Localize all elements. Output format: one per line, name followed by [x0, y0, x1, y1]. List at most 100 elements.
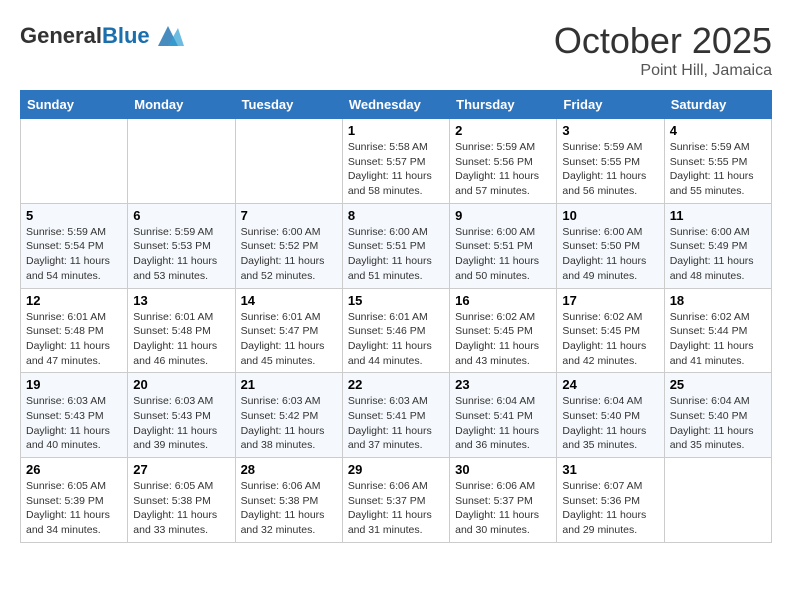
calendar-cell: 18 Sunrise: 6:02 AMSunset: 5:44 PMDayligh… [664, 288, 771, 373]
day-info: Sunrise: 6:06 AMSunset: 5:37 PMDaylight:… [348, 479, 444, 538]
calendar-cell: 31Sunrise: 6:07 AMSunset: 5:36 PMDayligh… [557, 458, 664, 543]
calendar-cell: 10Sunrise: 6:00 AMSunset: 5:50 PMDayligh… [557, 203, 664, 288]
day-info: Sunrise: 6:01 AMSunset: 5:48 PMDaylight:… [26, 310, 122, 369]
day-number: 16 [455, 293, 551, 308]
day-number: 13 [133, 293, 229, 308]
day-number: 26 [26, 462, 122, 477]
calendar-cell: 22 Sunrise: 6:03 AMSunset: 5:41 PMDayligh… [342, 373, 449, 458]
logo-general: General [20, 23, 102, 48]
day-number: 2 [455, 123, 551, 138]
day-info: Sunrise: 6:01 AMSunset: 5:47 PMDaylight:… [241, 310, 337, 369]
calendar-cell: 15 Sunrise: 6:01 AMSunset: 5:46 PMDayligh… [342, 288, 449, 373]
day-info: Sunrise: 6:02 AMSunset: 5:45 PMDaylight:… [455, 310, 551, 369]
day-info: Sunrise: 5:59 AMSunset: 5:56 PMDaylight:… [455, 140, 551, 199]
day-number: 12 [26, 293, 122, 308]
calendar-cell: 17 Sunrise: 6:02 AMSunset: 5:45 PMDayligh… [557, 288, 664, 373]
day-info: Sunrise: 6:03 AMSunset: 5:42 PMDaylight:… [241, 394, 337, 453]
day-info: Sunrise: 6:01 AMSunset: 5:48 PMDaylight:… [133, 310, 229, 369]
calendar-cell: 19 Sunrise: 6:03 AMSunset: 5:43 PMDayligh… [21, 373, 128, 458]
day-info: Sunrise: 6:04 AMSunset: 5:40 PMDaylight:… [562, 394, 658, 453]
day-number: 5 [26, 208, 122, 223]
day-info: Sunrise: 5:59 AMSunset: 5:54 PMDaylight:… [26, 225, 122, 284]
calendar-cell: 14 Sunrise: 6:01 AMSunset: 5:47 PMDayligh… [235, 288, 342, 373]
day-number: 30 [455, 462, 551, 477]
title-block: October 2025 Point Hill, Jamaica [554, 20, 772, 80]
weekday-header-wednesday: Wednesday [342, 91, 449, 119]
day-info: Sunrise: 6:01 AMSunset: 5:46 PMDaylight:… [348, 310, 444, 369]
day-number: 17 [562, 293, 658, 308]
calendar-table: SundayMondayTuesdayWednesdayThursdayFrid… [20, 90, 772, 543]
day-number: 9 [455, 208, 551, 223]
day-info: Sunrise: 6:03 AMSunset: 5:43 PMDaylight:… [133, 394, 229, 453]
day-number: 15 [348, 293, 444, 308]
calendar-cell: 4Sunrise: 5:59 AMSunset: 5:55 PMDaylight… [664, 119, 771, 204]
day-number: 8 [348, 208, 444, 223]
day-number: 1 [348, 123, 444, 138]
calendar-cell: 13 Sunrise: 6:01 AMSunset: 5:48 PMDayligh… [128, 288, 235, 373]
calendar-cell: 5 Sunrise: 5:59 AMSunset: 5:54 PMDaylight… [21, 203, 128, 288]
week-row-2: 5 Sunrise: 5:59 AMSunset: 5:54 PMDaylight… [21, 203, 772, 288]
calendar-cell: 9Sunrise: 6:00 AMSunset: 5:51 PMDaylight… [450, 203, 557, 288]
calendar-cell: 27 Sunrise: 6:05 AMSunset: 5:38 PMDayligh… [128, 458, 235, 543]
weekday-header-sunday: Sunday [21, 91, 128, 119]
day-number: 11 [670, 208, 766, 223]
weekday-header-friday: Friday [557, 91, 664, 119]
day-info: Sunrise: 6:02 AMSunset: 5:44 PMDaylight:… [670, 310, 766, 369]
day-info: Sunrise: 5:58 AMSunset: 5:57 PMDaylight:… [348, 140, 444, 199]
day-info: Sunrise: 6:05 AMSunset: 5:38 PMDaylight:… [133, 479, 229, 538]
calendar-cell: 25 Sunrise: 6:04 AMSunset: 5:40 PMDayligh… [664, 373, 771, 458]
day-number: 31 [562, 462, 658, 477]
calendar-cell: 6 Sunrise: 5:59 AMSunset: 5:53 PMDaylight… [128, 203, 235, 288]
day-number: 7 [241, 208, 337, 223]
logo-icon [152, 20, 184, 52]
day-number: 19 [26, 377, 122, 392]
day-number: 20 [133, 377, 229, 392]
day-info: Sunrise: 6:00 AMSunset: 5:49 PMDaylight:… [670, 225, 766, 284]
logo-blue: Blue [102, 23, 150, 48]
day-info: Sunrise: 5:59 AMSunset: 5:53 PMDaylight:… [133, 225, 229, 284]
day-number: 27 [133, 462, 229, 477]
week-row-1: 1 Sunrise: 5:58 AMSunset: 5:57 PMDaylight… [21, 119, 772, 204]
calendar-cell [664, 458, 771, 543]
day-info: Sunrise: 6:06 AMSunset: 5:37 PMDaylight:… [455, 479, 551, 538]
calendar-cell: 7Sunrise: 6:00 AMSunset: 5:52 PMDaylight… [235, 203, 342, 288]
day-info: Sunrise: 6:03 AMSunset: 5:43 PMDaylight:… [26, 394, 122, 453]
day-info: Sunrise: 6:04 AMSunset: 5:41 PMDaylight:… [455, 394, 551, 453]
day-number: 29 [348, 462, 444, 477]
day-number: 6 [133, 208, 229, 223]
calendar-cell: 20 Sunrise: 6:03 AMSunset: 5:43 PMDayligh… [128, 373, 235, 458]
day-info: Sunrise: 6:06 AMSunset: 5:38 PMDaylight:… [241, 479, 337, 538]
calendar-cell: 12 Sunrise: 6:01 AMSunset: 5:48 PMDayligh… [21, 288, 128, 373]
calendar-cell: 23Sunrise: 6:04 AMSunset: 5:41 PMDayligh… [450, 373, 557, 458]
calendar-cell: 11 Sunrise: 6:00 AMSunset: 5:49 PMDayligh… [664, 203, 771, 288]
day-info: Sunrise: 6:04 AMSunset: 5:40 PMDaylight:… [670, 394, 766, 453]
day-info: Sunrise: 5:59 AMSunset: 5:55 PMDaylight:… [670, 140, 766, 199]
calendar-cell: 24Sunrise: 6:04 AMSunset: 5:40 PMDayligh… [557, 373, 664, 458]
day-number: 21 [241, 377, 337, 392]
page-header: GeneralBlue October 2025 Point Hill, Jam… [20, 20, 772, 80]
day-info: Sunrise: 6:00 AMSunset: 5:50 PMDaylight:… [562, 225, 658, 284]
calendar-cell: 26Sunrise: 6:05 AMSunset: 5:39 PMDayligh… [21, 458, 128, 543]
weekday-header-thursday: Thursday [450, 91, 557, 119]
day-number: 18 [670, 293, 766, 308]
calendar-cell [21, 119, 128, 204]
day-info: Sunrise: 5:59 AMSunset: 5:55 PMDaylight:… [562, 140, 658, 199]
calendar-cell: 3 Sunrise: 5:59 AMSunset: 5:55 PMDaylight… [557, 119, 664, 204]
day-number: 22 [348, 377, 444, 392]
day-info: Sunrise: 6:03 AMSunset: 5:41 PMDaylight:… [348, 394, 444, 453]
week-row-4: 19 Sunrise: 6:03 AMSunset: 5:43 PMDayligh… [21, 373, 772, 458]
calendar-cell: 8 Sunrise: 6:00 AMSunset: 5:51 PMDaylight… [342, 203, 449, 288]
day-number: 14 [241, 293, 337, 308]
day-info: Sunrise: 6:02 AMSunset: 5:45 PMDaylight:… [562, 310, 658, 369]
location: Point Hill, Jamaica [554, 62, 772, 80]
day-number: 3 [562, 123, 658, 138]
calendar-cell: 1 Sunrise: 5:58 AMSunset: 5:57 PMDaylight… [342, 119, 449, 204]
weekday-header-row: SundayMondayTuesdayWednesdayThursdayFrid… [21, 91, 772, 119]
calendar-cell: 30 Sunrise: 6:06 AMSunset: 5:37 PMDayligh… [450, 458, 557, 543]
day-number: 28 [241, 462, 337, 477]
calendar-cell [128, 119, 235, 204]
calendar-cell: 29 Sunrise: 6:06 AMSunset: 5:37 PMDayligh… [342, 458, 449, 543]
calendar-cell [235, 119, 342, 204]
day-number: 25 [670, 377, 766, 392]
day-info: Sunrise: 6:00 AMSunset: 5:51 PMDaylight:… [348, 225, 444, 284]
